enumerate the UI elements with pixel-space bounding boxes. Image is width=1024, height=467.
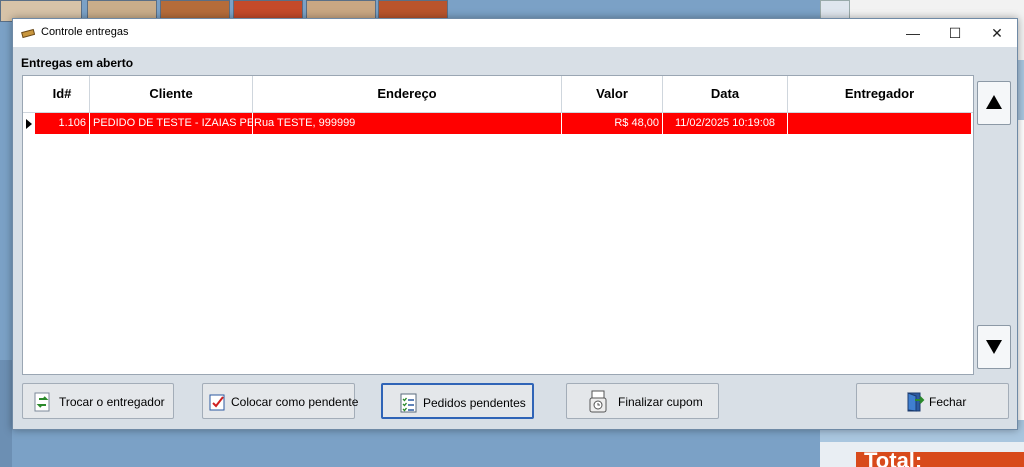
cell-valor[interactable]: R$ 48,00 xyxy=(562,113,663,134)
column-header-entregador[interactable]: Entregador xyxy=(788,76,971,112)
pedidos-pendentes-button[interactable]: Pedidos pendentes xyxy=(381,383,534,419)
background-left-edge xyxy=(0,360,12,467)
column-header-id[interactable]: Id# xyxy=(35,76,90,112)
window-title: Controle entregas xyxy=(41,26,129,38)
app-icon xyxy=(21,26,36,39)
close-button[interactable]: ✕ xyxy=(975,19,1019,47)
colocar-pendente-label: Colocar como pendente xyxy=(231,395,359,409)
column-header-cliente[interactable]: Cliente xyxy=(90,76,253,112)
current-row-indicator-icon xyxy=(23,113,35,135)
scroll-down-button[interactable] xyxy=(977,325,1011,369)
grid-header: Id# Cliente Endereço Valor Data Entregad… xyxy=(23,76,973,113)
cell-entregador[interactable] xyxy=(788,113,971,134)
total-label: Total: xyxy=(856,452,1024,467)
cell-cliente[interactable]: PEDIDO DE TESTE - IZAIAS PE xyxy=(90,113,253,134)
deliveries-grid[interactable]: Id# Cliente Endereço Valor Data Entregad… xyxy=(22,75,974,375)
scroll-up-button[interactable] xyxy=(977,81,1011,125)
maximize-button[interactable]: ☐ xyxy=(933,19,977,47)
checklist-icon xyxy=(208,392,228,412)
fechar-button[interactable]: Fechar xyxy=(856,383,1009,419)
trocar-entregador-button[interactable]: Trocar o entregador xyxy=(22,383,174,419)
arrow-up-icon xyxy=(986,95,1002,109)
finalizar-cupom-button[interactable]: Finalizar cupom xyxy=(566,383,719,419)
printer-clock-icon xyxy=(589,390,609,413)
cell-data[interactable]: 11/02/2025 10:19:08 xyxy=(663,113,788,134)
colocar-pendente-button[interactable]: Colocar como pendente xyxy=(202,383,359,419)
pedidos-pendentes-label: Pedidos pendentes xyxy=(423,396,526,410)
column-header-valor[interactable]: Valor xyxy=(562,76,663,112)
column-header-data[interactable]: Data xyxy=(663,76,788,112)
minimize-button[interactable]: — xyxy=(891,19,935,47)
list-icon xyxy=(399,393,419,413)
trocar-entregador-label: Trocar o entregador xyxy=(59,395,165,409)
cell-endereco[interactable]: Rua TESTE, 999999 xyxy=(253,113,562,134)
title-bar[interactable]: Controle entregas — ☐ ✕ xyxy=(13,19,1017,47)
dialog-content: Entregas em aberto Id# Cliente Endereço … xyxy=(13,47,1017,429)
section-title: Entregas em aberto xyxy=(21,56,134,70)
controle-entregas-window: Controle entregas — ☐ ✕ Entregas em aber… xyxy=(12,18,1018,430)
table-row[interactable]: 1.106 PEDIDO DE TESTE - IZAIAS PE Rua TE… xyxy=(35,113,971,134)
cell-id[interactable]: 1.106 xyxy=(35,113,90,134)
finalizar-cupom-label: Finalizar cupom xyxy=(618,395,703,409)
exit-door-icon xyxy=(905,392,925,412)
fechar-label: Fechar xyxy=(929,395,967,409)
swap-icon xyxy=(33,392,53,412)
arrow-down-icon xyxy=(986,340,1002,354)
column-header-endereco[interactable]: Endereço xyxy=(253,76,562,112)
